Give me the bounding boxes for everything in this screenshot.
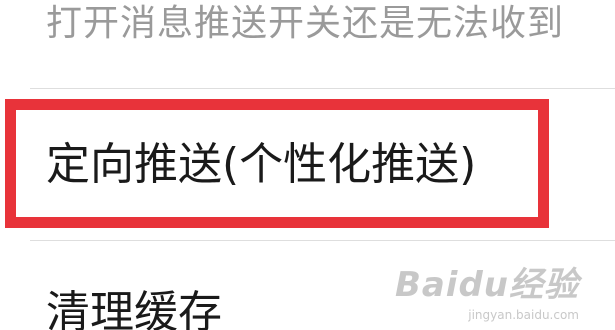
clear-cache-label: 清理缓存 — [46, 287, 222, 330]
push-hint-row: 打开消息推送开关还是无法收到 — [0, 0, 615, 88]
push-hint-text: 打开消息推送开关还是无法收到 — [46, 3, 565, 44]
baidu-jingyan-watermark: Baidu经验 — [394, 265, 579, 305]
targeted-push-setting[interactable]: 定向推送(个性化推送) — [0, 89, 615, 240]
watermark-url: jingyan.baidu.com — [468, 308, 579, 322]
targeted-push-label: 定向推送(个性化推送) — [46, 139, 477, 190]
settings-screen: 打开消息推送开关还是无法收到 定向推送(个性化推送) 清理缓存 Baidu经验 … — [0, 0, 615, 330]
